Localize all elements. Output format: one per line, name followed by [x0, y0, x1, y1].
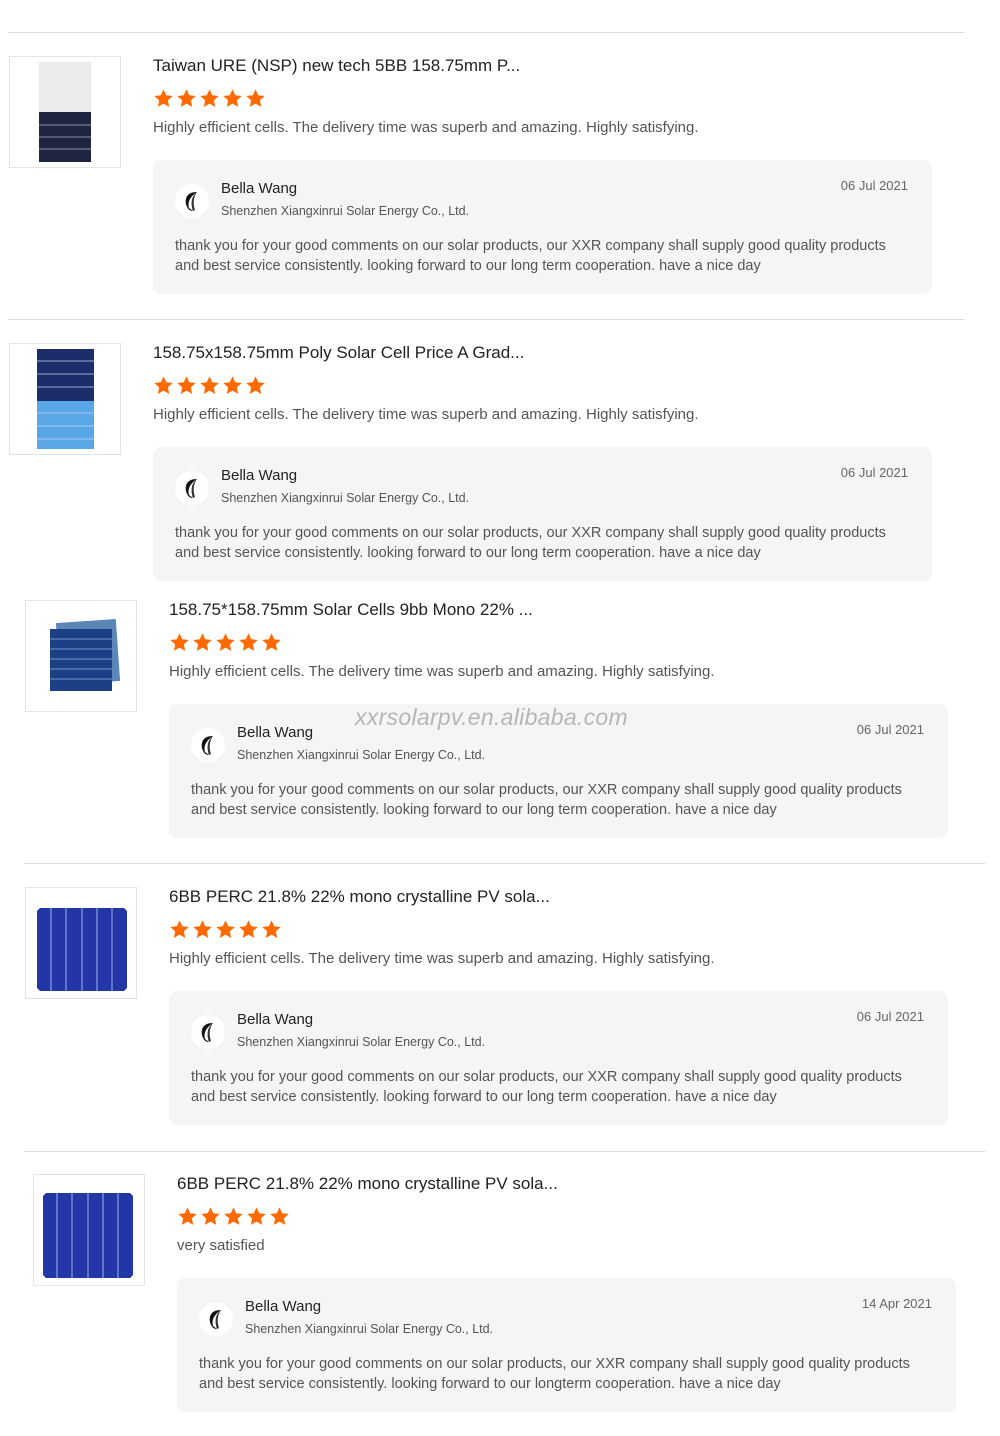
- product-thumbnail[interactable]: [9, 56, 121, 168]
- reply-text: thank you for your good comments on our …: [175, 238, 886, 274]
- seller-avatar: [175, 184, 209, 218]
- star-icon: [216, 633, 235, 651]
- star-icon: [246, 89, 265, 107]
- star-icon: [247, 1207, 266, 1225]
- star-icon: [200, 89, 219, 107]
- star-icon: [239, 920, 258, 938]
- product-title[interactable]: 6BB PERC 21.8% 22% mono crystalline PV s…: [169, 887, 949, 907]
- reply-author: Bella Wang: [237, 1011, 314, 1028]
- review-text: Highly efficient cells. The delivery tim…: [153, 406, 699, 423]
- reply-date: 06 Jul 2021: [856, 1009, 924, 1024]
- star-icon: [177, 89, 196, 107]
- star-icon: [270, 1207, 289, 1225]
- product-thumbnail[interactable]: [9, 343, 121, 455]
- star-icon: [177, 376, 196, 394]
- review-text: Highly efficient cells. The delivery tim…: [169, 663, 715, 680]
- product-title[interactable]: 158.75x158.75mm Poly Solar Cell Price A …: [153, 343, 933, 363]
- star-icon: [200, 376, 219, 394]
- reply-company: Shenzhen Xiangxinrui Solar Energy Co., L…: [221, 204, 470, 218]
- rating-stars: [169, 632, 949, 654]
- product-thumbnail[interactable]: [33, 1174, 145, 1286]
- star-icon: [170, 920, 189, 938]
- seller-reply: Bella Wang Shenzhen Xiangxinrui Solar En…: [153, 160, 932, 294]
- seller-reply: Bella Wang Shenzhen Xiangxinrui Solar En…: [153, 447, 932, 581]
- star-icon: [201, 1207, 220, 1225]
- reply-text: thank you for your good comments on our …: [191, 782, 902, 818]
- reply-author: Bella Wang: [245, 1298, 322, 1315]
- divider: [8, 319, 965, 320]
- product-title[interactable]: Taiwan URE (NSP) new tech 5BB 158.75mm P…: [153, 56, 933, 76]
- reply-author: Bella Wang: [221, 467, 298, 484]
- product-title[interactable]: 6BB PERC 21.8% 22% mono crystalline PV s…: [177, 1174, 957, 1194]
- rating-stars: [153, 375, 933, 397]
- divider: [24, 1151, 985, 1152]
- reply-text: thank you for your good comments on our …: [199, 1356, 910, 1392]
- reply-date: 06 Jul 2021: [856, 722, 924, 737]
- seller-reply: Bella Wang Shenzhen Xiangxinrui Solar En…: [177, 1278, 956, 1412]
- star-icon: [170, 633, 189, 651]
- review-text: Highly efficient cells. The delivery tim…: [153, 119, 699, 136]
- rating-stars: [169, 919, 949, 941]
- product-title[interactable]: 158.75*158.75mm Solar Cells 9bb Mono 22%…: [169, 600, 949, 620]
- reply-company: Shenzhen Xiangxinrui Solar Energy Co., L…: [245, 1322, 494, 1336]
- reply-date: 06 Jul 2021: [840, 178, 908, 193]
- review-text: very satisfied: [177, 1237, 265, 1254]
- seller-reply: Bella Wang Shenzhen Xiangxinrui Solar En…: [169, 991, 948, 1125]
- reply-date: 06 Jul 2021: [840, 465, 908, 480]
- review-text: Highly efficient cells. The delivery tim…: [169, 950, 715, 967]
- star-icon: [154, 376, 173, 394]
- reply-company: Shenzhen Xiangxinrui Solar Energy Co., L…: [237, 748, 486, 762]
- reply-author: Bella Wang: [237, 724, 314, 741]
- reply-text: thank you for your good comments on our …: [175, 525, 886, 561]
- rating-stars: [153, 88, 933, 110]
- star-icon: [216, 920, 235, 938]
- star-icon: [223, 89, 242, 107]
- reply-author: Bella Wang: [221, 180, 298, 197]
- reply-text: thank you for your good comments on our …: [191, 1069, 902, 1105]
- product-thumbnail[interactable]: [25, 600, 137, 712]
- seller-avatar: [175, 471, 209, 505]
- rating-stars: [177, 1206, 957, 1228]
- seller-avatar: [191, 728, 225, 762]
- star-icon: [193, 920, 212, 938]
- star-icon: [224, 1207, 243, 1225]
- reply-company: Shenzhen Xiangxinrui Solar Energy Co., L…: [237, 1035, 486, 1049]
- watermark: xxrsolarpv.en.alibaba.com: [355, 704, 628, 730]
- star-icon: [193, 633, 212, 651]
- reply-date: 14 Apr 2021: [861, 1296, 932, 1311]
- star-icon: [154, 89, 173, 107]
- star-icon: [178, 1207, 197, 1225]
- seller-avatar: [191, 1015, 225, 1049]
- seller-avatar: [199, 1302, 233, 1336]
- divider: [8, 32, 965, 33]
- star-icon: [262, 633, 281, 651]
- product-thumbnail[interactable]: [25, 887, 137, 999]
- divider: [24, 863, 985, 864]
- star-icon: [246, 376, 265, 394]
- star-icon: [223, 376, 242, 394]
- reply-company: Shenzhen Xiangxinrui Solar Energy Co., L…: [221, 491, 470, 505]
- star-icon: [239, 633, 258, 651]
- star-icon: [262, 920, 281, 938]
